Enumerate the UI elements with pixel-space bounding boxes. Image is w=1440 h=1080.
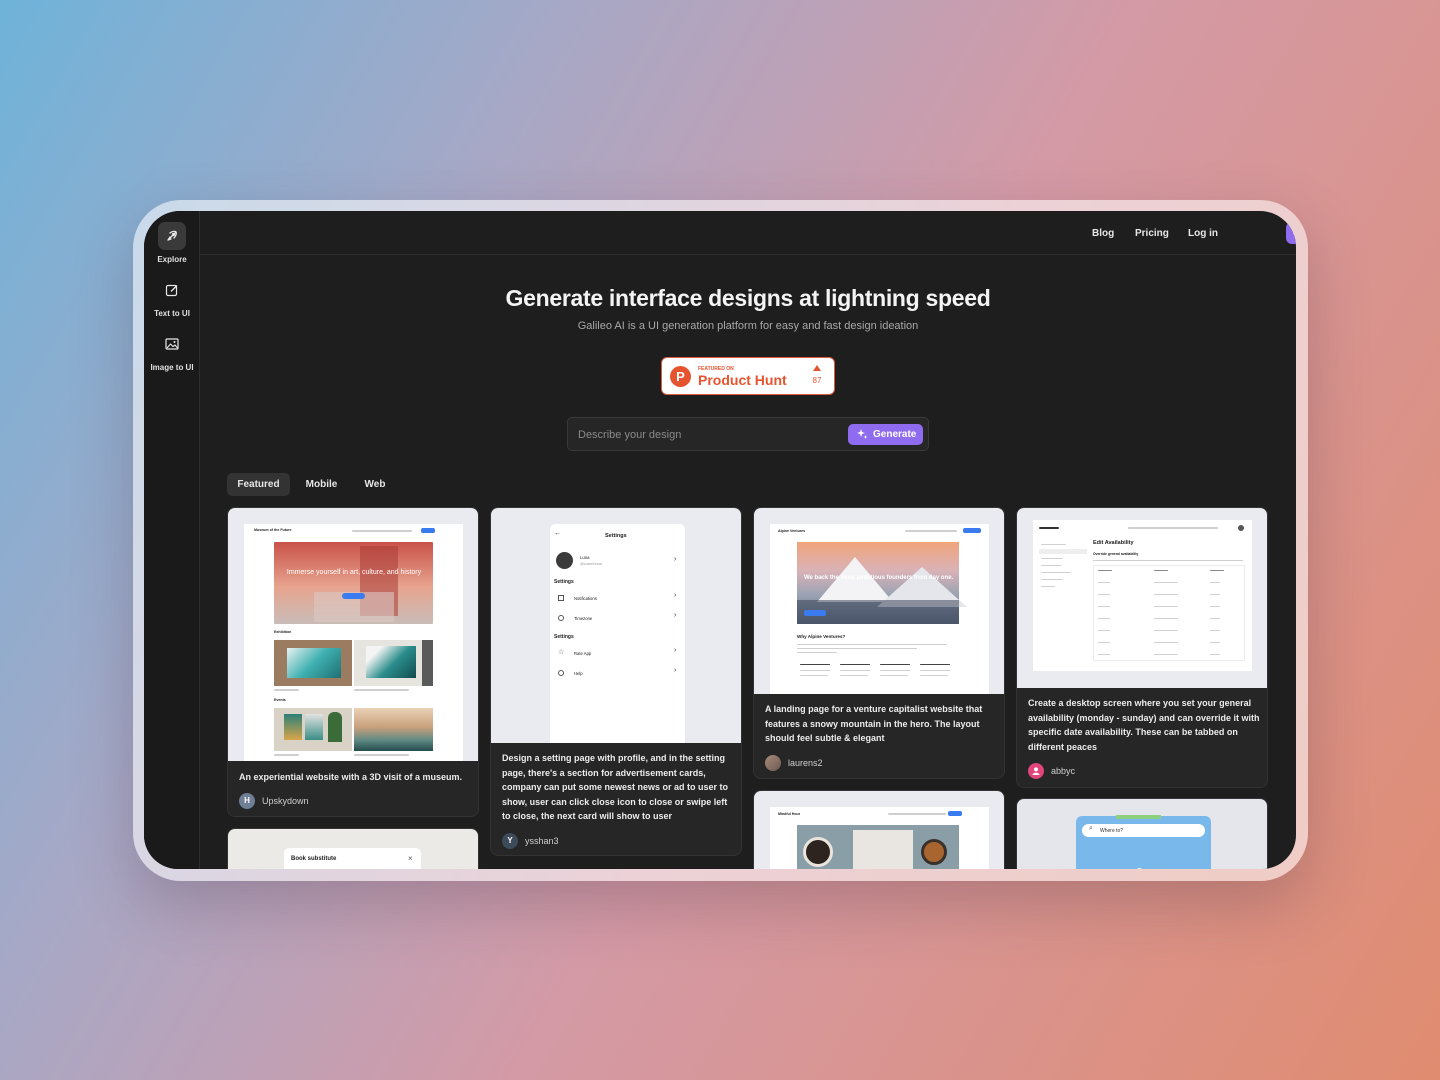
design-card[interactable]: Museum of the Future Immerse yourself in… (227, 507, 479, 817)
card-author[interactable]: abbyc (1028, 763, 1075, 779)
product-hunt-logo-icon: P (670, 366, 691, 387)
app-window: Explore Text to UI Image to UI Blog Pric… (144, 211, 1296, 869)
tab-mobile[interactable]: Mobile (299, 473, 344, 496)
top-navigation: Blog Pricing Log in Sign up (200, 211, 1296, 255)
preview-item-timezone: Timezone (574, 616, 593, 621)
card-description: Design a setting page with profile, and … (502, 753, 729, 822)
close-icon: × (408, 854, 413, 863)
nav-pricing-link[interactable]: Pricing (1135, 228, 1169, 239)
author-name: Upskydown (262, 796, 309, 806)
card-author[interactable]: H Upskydown (239, 793, 309, 809)
preview-hero-text: We back the most ambitious founders from… (804, 575, 954, 581)
explore-icon (158, 222, 186, 250)
search-icon: ⌕ (1089, 825, 1093, 832)
design-card[interactable]: ⌕ Where to? (1016, 798, 1268, 869)
avatar: Y (502, 833, 518, 849)
nav-login-link[interactable]: Log in (1188, 228, 1218, 239)
preview-section-events: Events (274, 698, 286, 702)
preview-title: Settings (605, 533, 627, 539)
card-author[interactable]: laurens2 (765, 755, 823, 771)
preview-hero-text: Immerse yourself in art, culture, and hi… (286, 569, 422, 576)
card-preview: Mindful Hour (754, 791, 1004, 869)
back-arrow-icon: ← (554, 530, 561, 537)
profile-avatar (556, 552, 573, 569)
card-preview: Edit Availability Override general avail… (1017, 508, 1267, 688)
sidebar-item-explore[interactable]: Explore (144, 222, 200, 264)
star-icon: ☆ (558, 649, 565, 656)
preview-search: Where to? (1100, 828, 1124, 834)
preview-item-help: Help (574, 671, 583, 676)
preview-group1: Settings (554, 579, 574, 585)
preview-section-exhibition: Exhibition (274, 630, 292, 634)
author-name: abbyc (1051, 766, 1076, 776)
author-name: laurens2 (788, 758, 823, 768)
upvote-arrow-icon (813, 365, 821, 371)
card-preview: ← Settings Luna @cosmicluna › Settings N… (491, 508, 741, 743)
avatar: H (239, 793, 255, 809)
sidebar-item-label: Image to UI (150, 363, 194, 372)
preview-item-rate: Rate App (574, 651, 592, 656)
preview-subtitle: Override general availability (1093, 552, 1139, 556)
design-card[interactable]: Edit Availability Override general avail… (1016, 507, 1268, 788)
sidebar-item-image-to-ui[interactable]: Image to UI (144, 330, 200, 372)
preview-item-notifications: Notifications (574, 596, 597, 601)
card-description: Create a desktop screen where you set yo… (1028, 698, 1260, 752)
ph-upvote-count: 87 (812, 376, 822, 385)
card-preview: Alpine Ventures We back the most ambitio… (754, 508, 1004, 694)
hero-title: Generate interface designs at lightning … (505, 285, 991, 311)
nav-blog-link[interactable]: Blog (1092, 228, 1114, 239)
sidebar-item-label: Explore (157, 255, 187, 264)
avatar (765, 755, 781, 771)
preview-brand: Alpine Ventures (778, 529, 806, 533)
sparkle-icon (857, 429, 868, 439)
tab-featured[interactable]: Featured (227, 473, 290, 496)
ph-name: Product Hunt (698, 372, 787, 388)
design-card[interactable]: Mindful Hour (753, 790, 1005, 869)
card-preview: Book substitute × (228, 829, 478, 869)
hero-subtitle: Galileo AI is a UI generation platform f… (577, 320, 919, 332)
author-name: ysshan3 (525, 836, 559, 846)
avatar (1028, 763, 1044, 779)
product-hunt-badge[interactable]: P FEATURED ON Product Hunt 87 (661, 357, 835, 395)
preview-brand: Museum of the Future (254, 528, 292, 532)
preview-profile-name: Luna (580, 555, 590, 560)
tab-web[interactable]: Web (357, 473, 393, 496)
signup-button[interactable]: Sign up (1286, 222, 1296, 244)
card-preview: ⌕ Where to? (1017, 799, 1267, 869)
preview-title: Book substitute (291, 856, 337, 862)
preview-section: Why Alpine Ventures? (797, 634, 846, 639)
card-author[interactable]: Y ysshan3 (502, 833, 559, 849)
card-preview: Museum of the Future Immerse yourself in… (228, 508, 478, 761)
design-card[interactable]: Alpine Ventures We back the most ambitio… (753, 507, 1005, 779)
image-icon (158, 330, 186, 358)
design-prompt-input[interactable] (578, 426, 838, 444)
design-card[interactable]: ← Settings Luna @cosmicluna › Settings N… (490, 507, 742, 856)
prompt-box: Generate (567, 417, 929, 451)
generate-label: Generate (873, 429, 917, 440)
generate-button[interactable]: Generate (848, 424, 923, 445)
card-description: An experiential website with a 3D visit … (239, 772, 463, 782)
preview-brand: Mindful Hour (778, 812, 801, 816)
preview-title: Edit Availability (1093, 540, 1134, 546)
design-card[interactable]: Book substitute × (227, 828, 479, 869)
preview-group2: Settings (554, 634, 574, 640)
preview-profile-handle: @cosmicluna (580, 562, 602, 566)
card-description: A landing page for a venture capitalist … (765, 704, 983, 744)
